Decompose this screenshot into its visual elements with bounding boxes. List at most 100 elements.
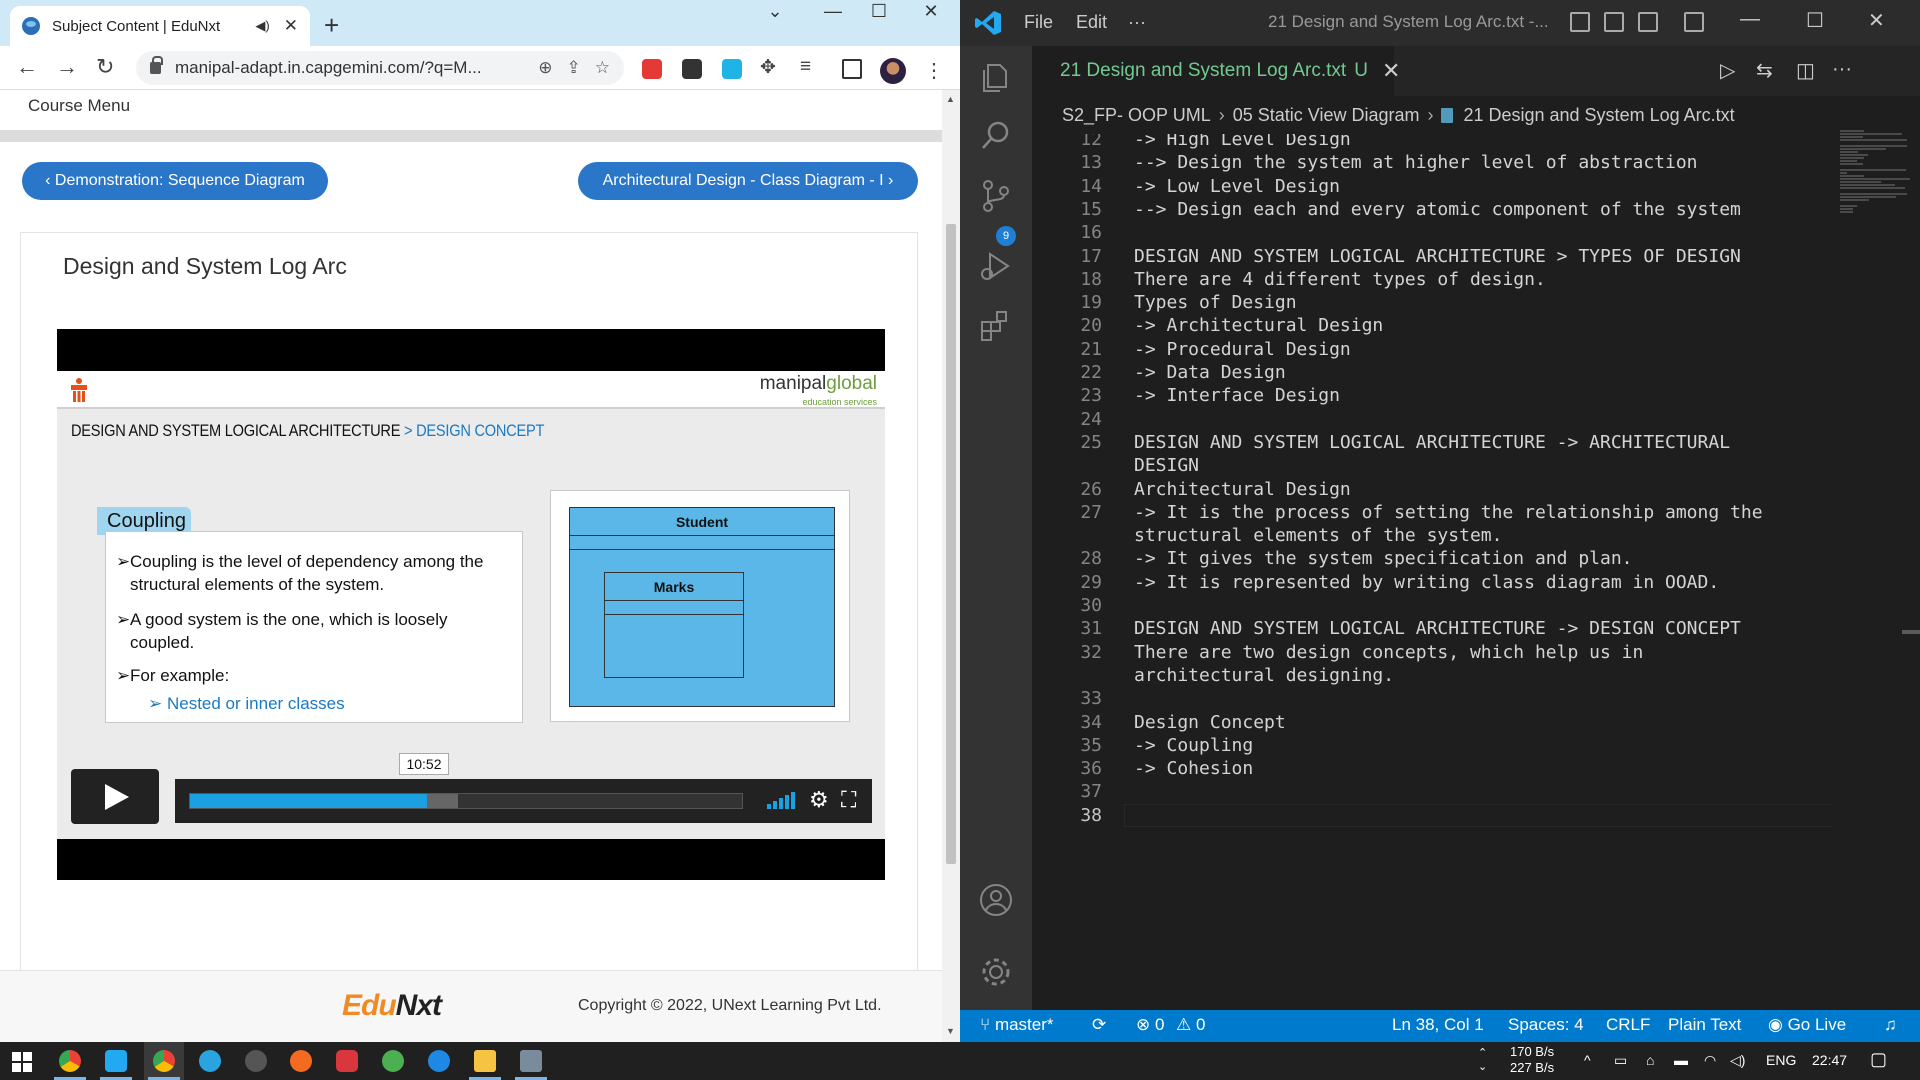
run-debug-icon[interactable] [978, 248, 1014, 284]
accounts-icon[interactable] [978, 882, 1014, 918]
language-mode[interactable]: Plain Text [1668, 1015, 1741, 1035]
side-panel-icon[interactable] [842, 59, 862, 79]
tab-close-icon[interactable]: ✕ [284, 16, 298, 36]
line-ending[interactable]: CRLF [1606, 1015, 1650, 1035]
minimize-button[interactable]: — [810, 0, 856, 30]
telegram-taskbar-icon[interactable] [199, 1050, 221, 1072]
browser-tab[interactable]: Subject Content | EduNxt ◀︎) ✕ [10, 6, 310, 46]
more-actions-icon[interactable]: ··· [1832, 58, 1852, 81]
chrome-menu-icon[interactable]: ⋮ [924, 58, 944, 83]
course-menu-link[interactable]: Course Menu [28, 96, 130, 116]
chrome-profile-taskbar-icon[interactable] [153, 1050, 175, 1072]
play-button[interactable] [71, 769, 159, 824]
breadcrumb-item[interactable]: 21 Design and System Log Arc.txt [1463, 105, 1734, 126]
menu-more[interactable]: ··· [1128, 12, 1146, 33]
problems-warnings[interactable]: ⚠ 0 [1176, 1015, 1205, 1035]
split-editor-icon[interactable]: ◫ [1796, 58, 1815, 83]
volume-icon[interactable] [767, 791, 797, 809]
chrome-taskbar-icon[interactable] [59, 1050, 81, 1072]
file-explorer-taskbar-icon[interactable] [474, 1050, 496, 1072]
extension-ninja-icon[interactable] [682, 59, 702, 79]
tool-taskbar-icon[interactable] [245, 1050, 267, 1072]
toggle-sidebar-icon[interactable] [1570, 12, 1590, 32]
extensions-icon[interactable] [978, 308, 1014, 344]
bookmark-star-icon[interactable]: ☆ [595, 58, 610, 78]
indentation[interactable]: Spaces: 4 [1508, 1015, 1584, 1035]
new-tab-button[interactable]: + [324, 10, 339, 41]
editor-scroll-indicator[interactable] [1902, 630, 1920, 634]
vscode-close-button[interactable]: ✕ [1868, 8, 1885, 33]
extensions-puzzle-icon[interactable]: ✥ [760, 56, 776, 79]
seek-bar[interactable] [189, 793, 743, 809]
minimap[interactable] [1832, 130, 1920, 1010]
page-scrollbar[interactable]: ▲ ▼ [942, 90, 960, 1042]
language-indicator[interactable]: ENG [1766, 1052, 1796, 1068]
customize-layout-icon[interactable] [1684, 12, 1704, 32]
notifications-bell-icon[interactable]: ♫ [1884, 1015, 1897, 1035]
profile-avatar[interactable] [880, 58, 906, 84]
git-branch[interactable]: ⑂ master* [980, 1015, 1054, 1035]
breadcrumb-item[interactable]: 05 Static View Diagram [1233, 105, 1420, 126]
scroll-up-icon[interactable]: ▲ [946, 94, 955, 104]
fullscreen-icon[interactable]: ⛶ [841, 787, 856, 813]
vscode-maximize-button[interactable]: ☐ [1806, 8, 1824, 33]
settings-gear-icon[interactable]: ⚙ [809, 787, 829, 813]
menu-file[interactable]: File [1024, 12, 1053, 33]
extension-pocket-icon[interactable] [642, 59, 662, 79]
tab-search-icon[interactable]: ⌄ [752, 0, 798, 30]
show-hidden-icons-icon[interactable]: ^ [1584, 1052, 1591, 1068]
postman-taskbar-icon[interactable] [290, 1050, 312, 1072]
code-editor[interactable]: 12 -> High Level Design 13 --> Design the s… [1032, 134, 1832, 1010]
sync-icon[interactable]: ⟳ [1092, 1015, 1106, 1035]
prev-topic-button[interactable]: ‹ Demonstration: Sequence Diagram [22, 162, 328, 200]
menu-edit[interactable]: Edit [1076, 12, 1107, 33]
browser-taskbar-icon[interactable] [428, 1050, 450, 1072]
minimap-line [1840, 208, 1854, 210]
clock[interactable]: 22:47 [1812, 1052, 1847, 1068]
go-live-button[interactable]: ◉ Go Live [1768, 1015, 1846, 1035]
battery-icon[interactable]: ▬ [1674, 1052, 1688, 1068]
media-queue-icon[interactable]: ≡ [800, 56, 811, 78]
scroll-down-icon[interactable]: ▼ [946, 1026, 955, 1036]
speaker-icon[interactable]: ◀︎) [255, 18, 269, 34]
p-app-taskbar-icon[interactable] [336, 1050, 358, 1072]
close-window-button[interactable]: ✕ [908, 0, 954, 30]
share-icon[interactable]: ⇪ [567, 58, 581, 78]
address-bar[interactable]: manipal-adapt.in.capgemini.com/?q=M... ⊕… [136, 51, 624, 85]
lock-icon[interactable] [150, 56, 163, 74]
problems-errors[interactable]: ⊗ 0 [1136, 1015, 1164, 1035]
next-topic-button[interactable]: Architectural Design - Class Diagram - I… [578, 162, 918, 200]
toggle-secondary-sidebar-icon[interactable] [1638, 12, 1658, 32]
extension-s-icon[interactable] [722, 59, 742, 79]
editor-tab[interactable]: 21 Design and System Log Arc.txt U ✕ [1032, 46, 1400, 96]
photos-taskbar-icon[interactable] [520, 1050, 542, 1072]
notification-center-icon[interactable]: ▢ [1870, 1049, 1887, 1070]
source-control-icon[interactable] [978, 178, 1014, 214]
forward-arrow-icon[interactable]: → [56, 54, 78, 80]
run-icon[interactable]: ▷ [1720, 58, 1735, 83]
manage-gear-icon[interactable] [978, 954, 1014, 990]
scroll-thumb[interactable] [946, 224, 956, 864]
zoom-icon[interactable]: ⊕ [538, 58, 552, 78]
url-text[interactable]: manipal-adapt.in.capgemini.com/?q=M... [175, 58, 524, 78]
window-title: 21 Design and System Log Arc.txt -... [1268, 12, 1549, 31]
toggle-panel-icon[interactable] [1604, 12, 1624, 32]
windows-start-icon[interactable] [12, 1052, 32, 1072]
cursor-position[interactable]: Ln 38, Col 1 [1392, 1015, 1484, 1035]
tab-close-icon[interactable]: ✕ [1382, 58, 1400, 84]
vscode-minimize-button[interactable]: — [1740, 8, 1760, 31]
explorer-icon[interactable] [978, 60, 1014, 96]
back-arrow-icon[interactable]: ← [16, 54, 38, 80]
breadcrumb-item[interactable]: S2_FP- OOP UML [1062, 105, 1211, 126]
wifi-icon[interactable]: ◠ [1704, 1052, 1716, 1069]
reload-icon[interactable]: ↻ [96, 54, 114, 80]
volume-tray-icon[interactable]: ◁) [1730, 1052, 1745, 1069]
video-player[interactable]: manipalglobal education services DESIGN … [57, 329, 885, 880]
search-icon[interactable] [978, 118, 1014, 154]
open-changes-icon[interactable]: ⇆ [1756, 58, 1773, 83]
meet-now-icon[interactable]: ⌂ [1646, 1052, 1654, 1068]
torrent-taskbar-icon[interactable] [382, 1050, 404, 1072]
tray-window-icon[interactable]: ▭ [1614, 1052, 1627, 1069]
maximize-button[interactable]: ☐ [856, 0, 902, 30]
vscode-taskbar-icon[interactable] [105, 1050, 127, 1072]
